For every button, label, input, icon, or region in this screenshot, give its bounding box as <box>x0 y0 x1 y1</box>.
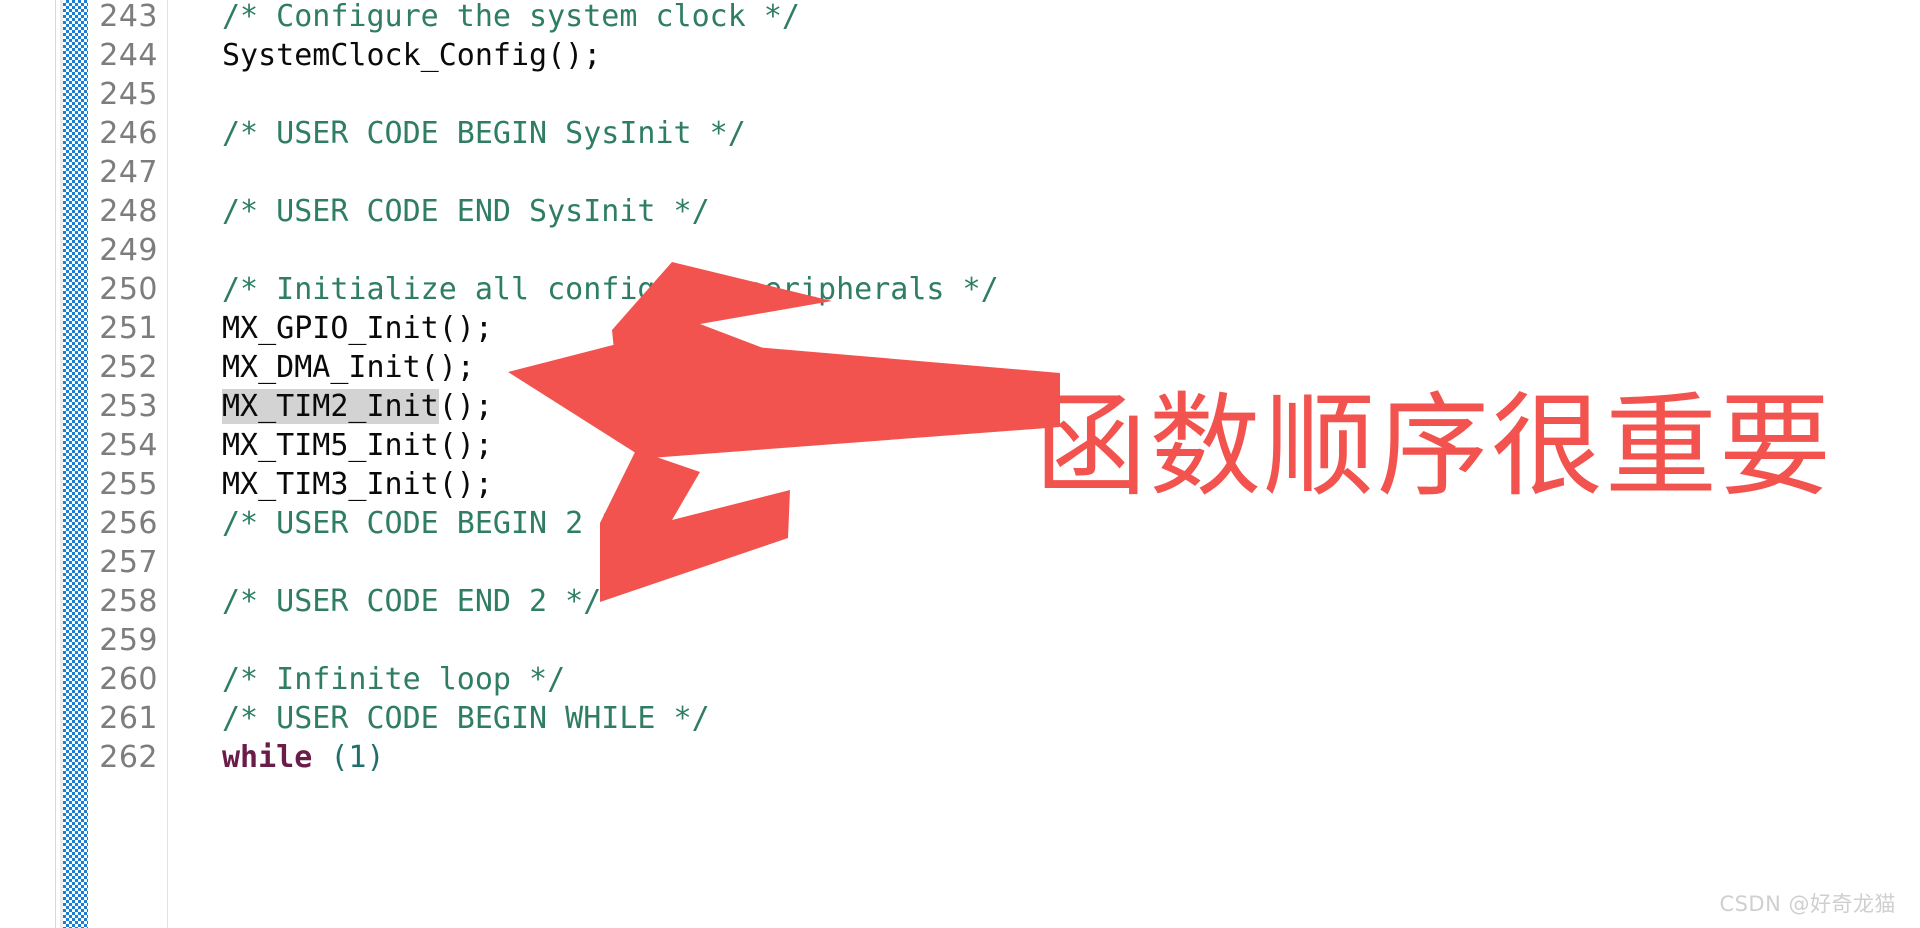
code-text-243[interactable]: /* Configure the system clock */ <box>222 0 800 36</box>
code-text-258[interactable]: /* USER CODE END 2 */ <box>222 582 601 621</box>
line-number-259: 259 <box>99 623 158 658</box>
code-line-257[interactable]: 257 <box>0 543 1920 582</box>
line-number-255: 255 <box>99 467 158 502</box>
code-text-256[interactable]: /* USER CODE BEGIN 2 */ <box>222 504 637 543</box>
code-line-248[interactable]: 248 /* USER CODE END SysInit */ <box>0 192 1920 231</box>
code-line-250[interactable]: 250 /* Initialize all configured peripher… <box>0 270 1920 309</box>
code-line-259[interactable]: 259 <box>0 621 1920 660</box>
code-token: (); <box>438 389 493 424</box>
code-token: /* USER CODE BEGIN 2 */ <box>222 506 638 541</box>
code-token: /* Infinite loop */ <box>222 662 566 697</box>
highlighted-token: MX_TIM2_Init <box>222 389 439 424</box>
csdn-watermark: CSDN @好奇龙猫 <box>1719 892 1896 916</box>
code-token: MX_TIM5_Init(); <box>222 428 493 463</box>
code-text-251[interactable]: MX_GPIO_Init(); <box>222 309 493 348</box>
line-number-243: 243 <box>99 0 158 34</box>
code-token: MX_GPIO_Init(); <box>222 311 493 346</box>
code-line-247[interactable]: 247 <box>0 153 1920 192</box>
line-number-256: 256 <box>99 506 158 541</box>
code-line-251[interactable]: 251 MX_GPIO_Init(); <box>0 309 1920 348</box>
code-line-253[interactable]: 253 MX_TIM2_Init(); <box>0 387 1920 426</box>
line-number-247: 247 <box>99 155 158 190</box>
code-text-261[interactable]: /* USER CODE BEGIN WHILE */ <box>222 699 710 738</box>
code-token: /* Configure the system clock */ <box>222 0 800 34</box>
code-line-243[interactable]: 243 /* Configure the system clock */ <box>0 0 1920 36</box>
code-text-255[interactable]: MX_TIM3_Init(); <box>222 465 493 504</box>
code-text-246[interactable]: /* USER CODE BEGIN SysInit */ <box>222 114 746 153</box>
line-number-254: 254 <box>99 428 158 463</box>
code-line-252[interactable]: 252 MX_DMA_Init(); <box>0 348 1920 387</box>
code-line-254[interactable]: 254 MX_TIM5_Init(); <box>0 426 1920 465</box>
code-line-262[interactable]: 262 while (1) <box>0 738 1920 777</box>
code-text-262[interactable]: while (1) <box>222 738 385 777</box>
line-number-250: 250 <box>99 272 158 307</box>
line-number-260: 260 <box>99 662 158 697</box>
code-line-244[interactable]: 244 SystemClock_Config(); <box>0 36 1920 75</box>
code-text-253[interactable]: MX_TIM2_Init(); <box>222 387 493 426</box>
line-number-261: 261 <box>99 701 158 736</box>
code-line-256[interactable]: 256 /* USER CODE BEGIN 2 */ <box>0 504 1920 543</box>
code-text-254[interactable]: MX_TIM5_Init(); <box>222 426 493 465</box>
code-line-246[interactable]: 246 /* USER CODE BEGIN SysInit */ <box>0 114 1920 153</box>
code-token: while <box>222 740 313 775</box>
line-number-253: 253 <box>99 389 158 424</box>
code-line-258[interactable]: 258 /* USER CODE END 2 */ <box>0 582 1920 621</box>
code-text-250[interactable]: /* Initialize all configured peripherals… <box>222 270 999 309</box>
line-number-246: 246 <box>99 116 158 151</box>
code-token: MX_DMA_Init(); <box>222 350 475 385</box>
code-token: MX_TIM3_Init(); <box>222 467 493 502</box>
code-line-255[interactable]: 255 MX_TIM3_Init(); <box>0 465 1920 504</box>
code-editor-screenshot: 243 /* Configure the system clock */ 244 Sy… <box>0 0 1920 928</box>
code-token: /* USER CODE BEGIN SysInit */ <box>222 116 746 151</box>
line-number-252: 252 <box>99 350 158 385</box>
line-number-245: 245 <box>99 77 158 112</box>
code-line-260[interactable]: 260 /* Infinite loop */ <box>0 660 1920 699</box>
code-line-249[interactable]: 249 <box>0 231 1920 270</box>
code-text-252[interactable]: MX_DMA_Init(); <box>222 348 475 387</box>
line-number-248: 248 <box>99 194 158 229</box>
code-text-260[interactable]: /* Infinite loop */ <box>222 660 565 699</box>
code-line-261[interactable]: 261 /* USER CODE BEGIN WHILE */ <box>0 699 1920 738</box>
code-token: /* Initialize all configured peripherals… <box>222 272 999 307</box>
code-token: (1) <box>330 740 385 775</box>
code-text-248[interactable]: /* USER CODE END SysInit */ <box>222 192 710 231</box>
code-token: /* USER CODE END 2 */ <box>222 584 602 619</box>
code-text-244[interactable]: SystemClock_Config(); <box>222 36 601 75</box>
line-number-257: 257 <box>99 545 158 580</box>
code-token: SystemClock_Config(); <box>222 38 602 73</box>
line-number-258: 258 <box>99 584 158 619</box>
line-number-262: 262 <box>99 740 158 775</box>
code-content[interactable]: 243 /* Configure the system clock */ 244 Sy… <box>0 0 1920 928</box>
code-token: /* USER CODE BEGIN WHILE */ <box>222 701 710 736</box>
line-number-251: 251 <box>99 311 158 346</box>
line-number-244: 244 <box>99 38 158 73</box>
code-token: /* USER CODE END SysInit */ <box>222 194 710 229</box>
line-number-249: 249 <box>99 233 158 268</box>
code-line-245[interactable]: 245 <box>0 75 1920 114</box>
